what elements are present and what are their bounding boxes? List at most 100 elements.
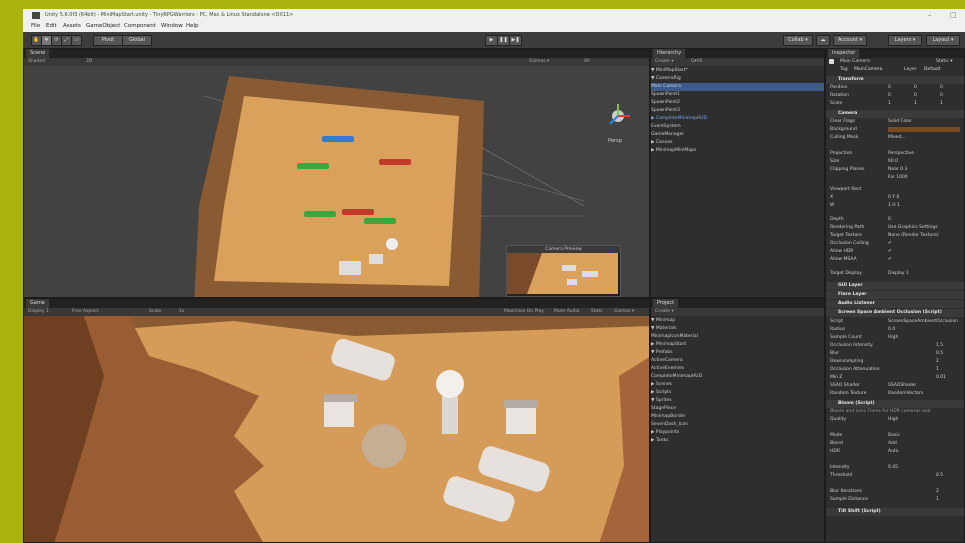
hierarchy-item[interactable]: ▶ Canvas <box>651 139 824 147</box>
camera-header[interactable]: Camera <box>826 110 964 118</box>
component-flare-layer[interactable]: Flare Layer <box>826 291 964 299</box>
script-field[interactable]: ScreenSpaceAmbientOcclusion <box>888 318 958 326</box>
background-color-swatch[interactable] <box>888 127 960 132</box>
position-y[interactable]: 0 <box>914 84 917 92</box>
occlusion-attenuation-slider[interactable]: 1 <box>936 366 939 374</box>
account-dropdown[interactable]: Account ▾ <box>833 35 867 46</box>
size-field[interactable]: 60.0 <box>888 158 898 166</box>
hierarchy-item[interactable]: SpawnPoint2 <box>651 99 824 107</box>
culling-mask-dropdown[interactable]: Mixed... <box>888 134 906 142</box>
hierarchy-create-dropdown[interactable]: Create ▾ <box>655 58 674 66</box>
component-audio-listener[interactable]: Audio Listener <box>826 300 964 308</box>
clear-flags-dropdown[interactable]: Solid Color <box>888 118 912 126</box>
project-create-dropdown[interactable]: Create ▾ <box>655 308 674 316</box>
viewport-wh-field[interactable]: 1 H 1 <box>888 202 900 210</box>
hierarchy-item[interactable]: ▼ CameraRig <box>651 75 824 83</box>
mute-audio-toggle[interactable]: Mute Audio <box>554 308 580 316</box>
aspect-dropdown[interactable]: Free Aspect <box>72 308 98 316</box>
project-item[interactable]: ▼ Prefabs <box>651 349 824 357</box>
allow-hdr-checkbox[interactable]: ✔ <box>888 248 892 256</box>
bloom-blend-dropdown[interactable]: Add <box>888 440 897 448</box>
position-z[interactable]: 0 <box>940 84 943 92</box>
game-viewport[interactable] <box>24 316 650 543</box>
menu-help[interactable]: Help <box>186 23 199 29</box>
viewport-xy-field[interactable]: 0 Y 0 <box>888 194 899 202</box>
game-gizmos-dropdown[interactable]: Gizmos ▾ <box>614 308 634 316</box>
hierarchy-item[interactable]: GameManager <box>651 131 824 139</box>
sample-count-dropdown[interactable]: High <box>888 334 898 342</box>
tab-game[interactable]: Game <box>26 299 49 308</box>
menu-window[interactable]: Window <box>161 23 183 29</box>
minimize-button[interactable]: – <box>928 11 932 19</box>
stats-toggle[interactable]: Stats <box>591 308 603 316</box>
project-item[interactable]: ▼ Sprites <box>651 397 824 405</box>
object-name-field[interactable]: Main Camera <box>840 58 870 66</box>
scale-x[interactable]: 1 <box>888 100 891 108</box>
project-item[interactable]: MinimapIconMaterial <box>651 333 824 341</box>
project-item[interactable]: StagePiece <box>651 405 824 413</box>
blur-iterations-slider[interactable]: 2 <box>936 488 939 496</box>
blur-slider[interactable]: 0.5 <box>936 350 943 358</box>
scene-search-input[interactable]: All <box>584 58 590 66</box>
min-z-slider[interactable]: 0.01 <box>936 374 946 382</box>
radius-field[interactable]: 0.4 <box>888 326 895 334</box>
near-clip-field[interactable]: Near 0.3 <box>888 166 907 174</box>
layers-dropdown[interactable]: Layers ▾ <box>888 35 922 46</box>
occlusion-intensity-slider[interactable]: 1.5 <box>936 342 943 350</box>
shading-mode-dropdown[interactable]: Shaded <box>28 58 45 66</box>
2d-toggle[interactable]: 2D <box>86 58 92 66</box>
transform-header[interactable]: Transform <box>826 76 964 84</box>
far-clip-field[interactable]: Far 1000 <box>888 174 908 182</box>
step-button[interactable]: ▶❚ <box>509 35 522 46</box>
menu-component[interactable]: Component <box>124 23 156 29</box>
layer-dropdown[interactable]: Default <box>924 66 940 74</box>
rotation-y[interactable]: 0 <box>914 92 917 100</box>
static-dropdown[interactable]: Static ▾ <box>936 58 953 66</box>
project-item[interactable]: ▶ MinimapStart <box>651 341 824 349</box>
occlusion-culling-checkbox[interactable]: ✔ <box>888 240 892 248</box>
component-bloom[interactable]: Bloom (Script) <box>826 400 964 408</box>
allow-msaa-checkbox[interactable]: ✔ <box>888 256 892 264</box>
hierarchy-item[interactable]: SpawnPoint1 <box>651 91 824 99</box>
menu-edit[interactable]: Edit <box>46 23 57 29</box>
tab-inspector[interactable]: Inspector <box>828 49 860 58</box>
project-item[interactable]: ▼ Materials <box>651 325 824 333</box>
random-texture-field[interactable]: RandomVectors <box>888 390 923 398</box>
project-item[interactable]: SevenDash_Icon <box>651 421 824 429</box>
downsampling-slider[interactable]: 2 <box>936 358 939 366</box>
project-item[interactable]: ▶ Playpoints <box>651 429 824 437</box>
target-display-dropdown[interactable]: Display 1 <box>888 270 909 278</box>
bloom-mode-dropdown[interactable]: Basic <box>888 432 900 440</box>
hierarchy-item[interactable]: SpawnPoint3 <box>651 107 824 115</box>
collab-dropdown[interactable]: Collab ▾ <box>783 35 813 46</box>
project-item[interactable]: CompleteMinimapHUD <box>651 373 824 381</box>
project-item[interactable]: ActiveCamera <box>651 357 824 365</box>
pivot-toggle[interactable]: Pivot <box>93 35 123 46</box>
bloom-threshold-slider[interactable]: 0.5 <box>936 472 943 480</box>
hierarchy-item[interactable]: ▶ CompleteMinimapHUD <box>651 115 824 123</box>
tag-dropdown[interactable]: MainCamera <box>854 66 882 74</box>
maximize-on-play-toggle[interactable]: Maximize On Play <box>504 308 544 316</box>
hierarchy-item-selected[interactable]: Main Camera <box>651 83 824 91</box>
hierarchy-item[interactable]: ▶ MinimapMiniMaps <box>651 147 824 155</box>
project-item[interactable]: MinimapBorder <box>651 413 824 421</box>
scale-y[interactable]: 1 <box>914 100 917 108</box>
tab-scene[interactable]: Scene <box>26 49 50 58</box>
rendering-path-dropdown[interactable]: Use Graphics Settings <box>888 224 938 232</box>
component-gui-layer[interactable]: GUI Layer <box>826 282 964 290</box>
menu-gameobject[interactable]: GameObject <box>86 23 120 29</box>
hierarchy-search-input[interactable]: Q▾All <box>691 58 702 66</box>
component-ssao[interactable]: Screen Space Ambient Occlusion (Script) <box>826 309 964 317</box>
rotation-x[interactable]: 0 <box>888 92 891 100</box>
depth-field[interactable]: 0 <box>888 216 891 224</box>
camera-active-checkbox[interactable] <box>829 59 834 64</box>
project-item[interactable]: ▶ Tanks <box>651 437 824 445</box>
bloom-quality-dropdown[interactable]: High <box>888 416 898 424</box>
projection-dropdown[interactable]: Perspective <box>888 150 914 158</box>
scene-gizmos-dropdown[interactable]: Gizmos ▾ <box>529 58 549 66</box>
sample-distance-slider[interactable]: 1 <box>936 496 939 504</box>
tab-hierarchy[interactable]: Hierarchy <box>653 49 686 58</box>
bloom-intensity-field[interactable]: 0.45 <box>888 464 898 472</box>
tab-project[interactable]: Project <box>653 299 679 308</box>
maximize-button[interactable]: □ <box>950 11 957 19</box>
